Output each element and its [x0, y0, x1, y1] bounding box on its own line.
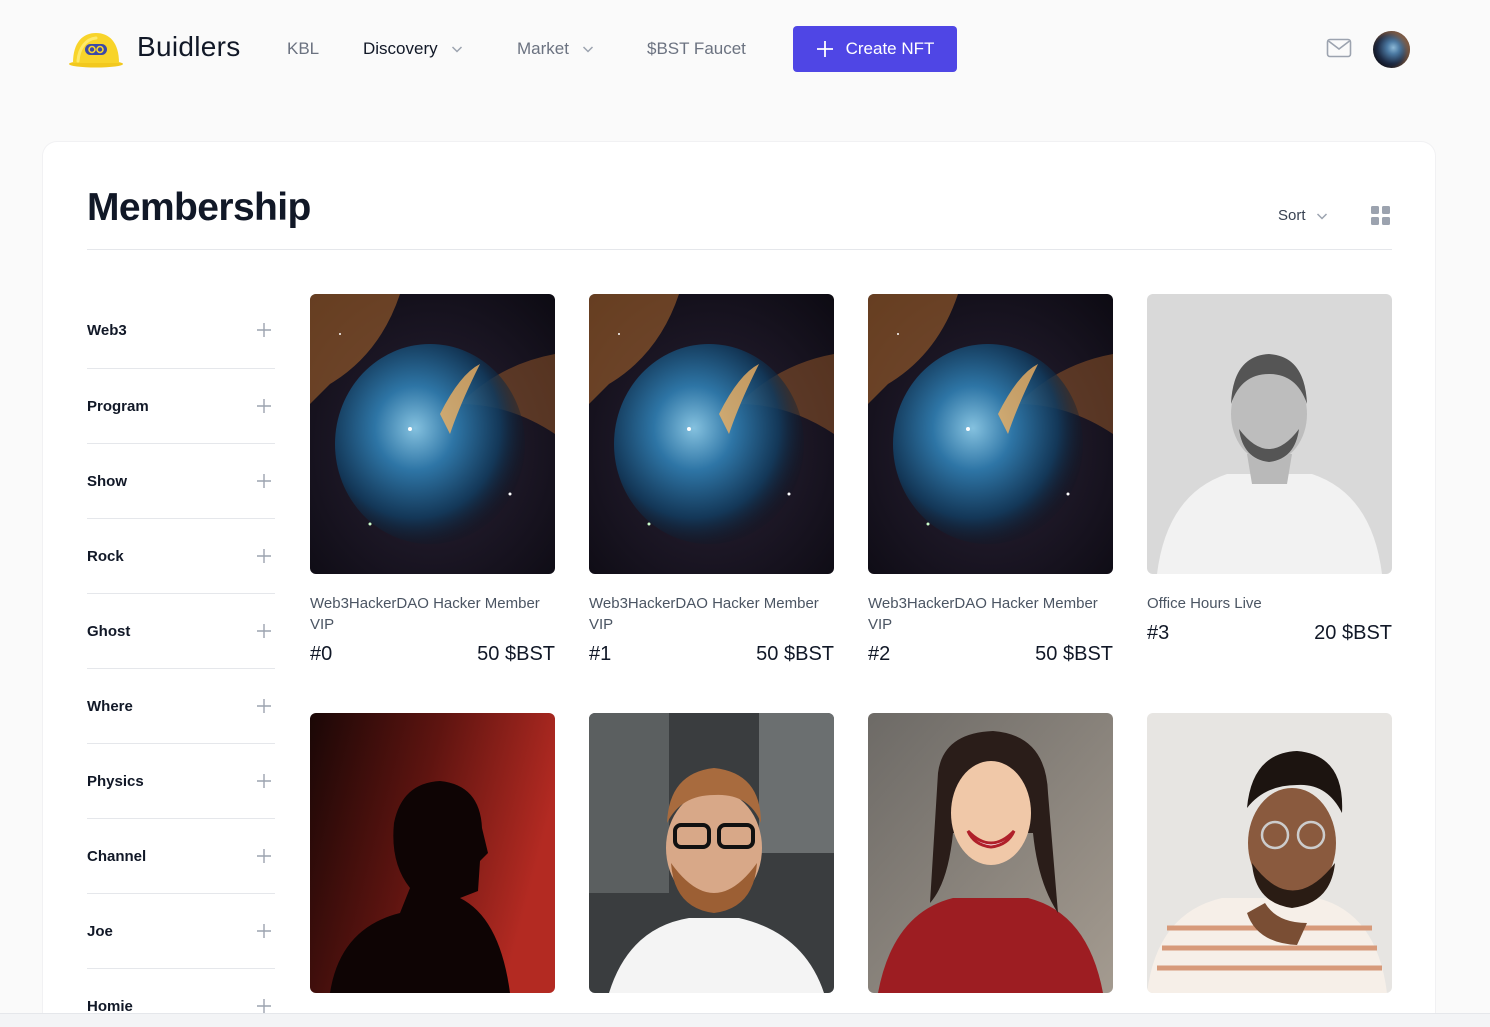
- plus-icon: [257, 399, 271, 413]
- nft-card[interactable]: Web3HackerDAO Hacker Member VIP #2 50 $B…: [868, 294, 1113, 666]
- chevron-down-icon: [582, 46, 593, 53]
- nebula-image-art: [310, 294, 555, 574]
- filter-label: Ghost: [87, 622, 131, 640]
- filter-label: Physics: [87, 772, 144, 790]
- filter-label: Rock: [87, 547, 124, 565]
- nav-discovery-label: Discovery: [363, 39, 438, 58]
- portrait-man-bw-art: [1147, 294, 1392, 574]
- portrait-image: [589, 713, 834, 993]
- nebula-image-art: [868, 294, 1113, 574]
- card-token-id: #0: [310, 643, 333, 665]
- title-divider: [87, 249, 1392, 250]
- nft-card[interactable]: Office Hours Live #3 20 $BST: [1147, 294, 1392, 645]
- filter-label: Joe: [87, 922, 113, 940]
- filter-web3[interactable]: Web3: [87, 292, 275, 369]
- card-price: 50 $BST: [1035, 643, 1113, 665]
- card-price: 50 $BST: [756, 643, 834, 665]
- portrait-woman-smiling-art: [868, 713, 1113, 993]
- filter-label: Web3: [87, 321, 127, 339]
- nebula-image: [868, 294, 1113, 574]
- filter-label: Show: [87, 472, 127, 490]
- filter-channel[interactable]: Channel: [87, 819, 275, 894]
- portrait-man-curly-art: [1147, 713, 1392, 993]
- portrait-image: [310, 713, 555, 993]
- nav-bst-faucet-label: $BST Faucet: [647, 39, 746, 58]
- chevron-down-icon: [1316, 212, 1327, 220]
- filter-program[interactable]: Program: [87, 369, 275, 444]
- page-title: Membership: [87, 186, 311, 229]
- nft-card[interactable]: [589, 713, 834, 993]
- card-price: 20 $BST: [1314, 622, 1392, 644]
- card-title: Office Hours Live: [1147, 595, 1262, 612]
- filter-sidebar: Web3 Program Show Rock Ghost Where Physi…: [87, 292, 275, 1027]
- brand-name[interactable]: Buidlers: [137, 31, 241, 63]
- filter-rock[interactable]: Rock: [87, 519, 275, 594]
- card-token-id: #1: [589, 643, 612, 665]
- plus-icon: [257, 624, 271, 638]
- nav-bst-faucet[interactable]: $BST Faucet: [647, 39, 746, 59]
- card-title: Web3HackerDAO Hacker Member VIP: [868, 595, 1098, 633]
- mail-icon[interactable]: [1326, 37, 1352, 59]
- plus-icon: [257, 549, 271, 563]
- filter-label: Channel: [87, 847, 147, 865]
- portrait-image: [868, 713, 1113, 993]
- top-navbar: Buidlers KBL Discovery Market $BST Fauce…: [0, 0, 1490, 98]
- portrait-man-glasses-art: [589, 713, 834, 993]
- portrait-image: [1147, 713, 1392, 993]
- filter-physics[interactable]: Physics: [87, 744, 275, 819]
- card-meta: #0 50 $BST: [310, 643, 555, 666]
- nav-market-label: Market: [517, 39, 569, 58]
- card-meta: #3 20 $BST: [1147, 622, 1392, 645]
- portrait-silhouette-red-art: [310, 713, 555, 993]
- card-meta: #1 50 $BST: [589, 643, 834, 666]
- nebula-image: [589, 294, 834, 574]
- filter-where[interactable]: Where: [87, 669, 275, 744]
- filter-label: Program: [87, 397, 149, 415]
- nebula-image-art: [589, 294, 834, 574]
- filter-joe[interactable]: Joe: [87, 894, 275, 969]
- bottom-scroll-edge: [0, 1013, 1490, 1027]
- plus-icon: [257, 924, 271, 938]
- sort-label: Sort: [1278, 207, 1306, 224]
- plus-icon: [257, 323, 271, 337]
- nft-card[interactable]: Web3HackerDAO Hacker Member VIP #1 50 $B…: [589, 294, 834, 666]
- user-avatar[interactable]: [1373, 31, 1410, 68]
- plus-icon: [816, 41, 833, 57]
- filter-label: Homie: [87, 997, 133, 1015]
- plus-icon: [257, 699, 271, 713]
- nav-kbl[interactable]: KBL: [287, 39, 319, 59]
- filter-show[interactable]: Show: [87, 444, 275, 519]
- card-token-id: #3: [1147, 622, 1170, 644]
- card-token-id: #2: [868, 643, 891, 665]
- plus-icon: [257, 474, 271, 488]
- nft-card[interactable]: Web3HackerDAO Hacker Member VIP #0 50 $B…: [310, 294, 555, 666]
- nav-kbl-label: KBL: [287, 39, 320, 58]
- nav-discovery[interactable]: Discovery: [363, 39, 463, 59]
- card-price: 50 $BST: [477, 643, 555, 665]
- filter-ghost[interactable]: Ghost: [87, 594, 275, 669]
- sort-dropdown[interactable]: Sort: [1278, 207, 1328, 224]
- nav-market[interactable]: Market: [517, 39, 594, 59]
- card-meta: #2 50 $BST: [868, 643, 1113, 666]
- create-nft-label: Create NFT: [845, 39, 935, 58]
- main-panel: Membership Sort Web3 Program Show Rock G…: [43, 142, 1435, 1027]
- nebula-image: [310, 294, 555, 574]
- nft-card[interactable]: [868, 713, 1113, 993]
- nft-card[interactable]: [310, 713, 555, 993]
- plus-icon: [257, 849, 271, 863]
- filter-label: Where: [87, 697, 133, 715]
- chevron-down-icon: [451, 46, 462, 53]
- plus-icon: [257, 774, 271, 788]
- card-title: Web3HackerDAO Hacker Member VIP: [589, 595, 819, 633]
- nft-card[interactable]: [1147, 713, 1392, 993]
- plus-icon: [257, 999, 271, 1013]
- card-title: Web3HackerDAO Hacker Member VIP: [310, 595, 540, 633]
- create-nft-button[interactable]: Create NFT: [793, 26, 957, 72]
- hardhat-logo-icon[interactable]: [68, 28, 124, 68]
- grid-view-icon[interactable]: [1371, 206, 1390, 225]
- portrait-image: [1147, 294, 1392, 574]
